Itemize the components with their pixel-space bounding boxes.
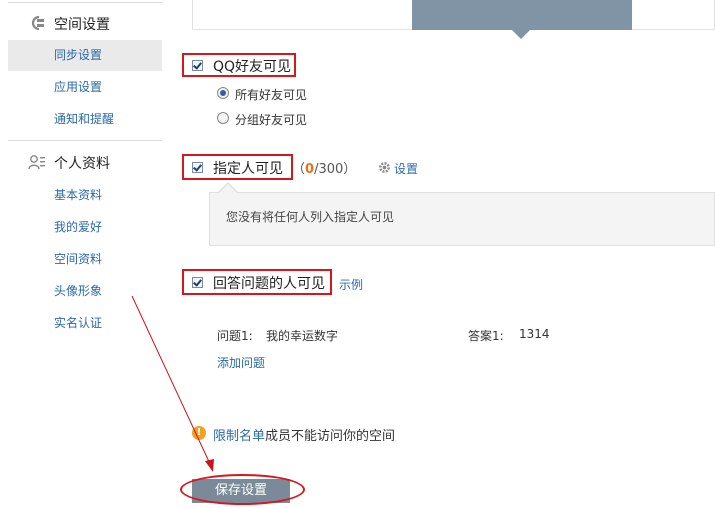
radio-all-friends[interactable] (217, 87, 229, 99)
highlight-ellipse (180, 474, 305, 505)
specified-notice: 您没有将任何人列入指定人可见 (209, 192, 715, 246)
sidebar-item-label: 基本资料 (54, 188, 103, 202)
person-icon (28, 155, 45, 170)
sidebar-item-label: 实名认证 (54, 316, 103, 330)
settings-icon (31, 15, 44, 31)
specified-checkbox[interactable] (192, 162, 203, 173)
sidebar-item-label: 空间资料 (54, 252, 103, 266)
tab-pointer (512, 30, 530, 39)
sidebar-item-avatar[interactable]: 头像形象 (8, 276, 162, 307)
section-profile: 个人资料 (0, 147, 170, 177)
gear-icon[interactable] (378, 161, 391, 174)
sidebar-item-label: 头像形象 (54, 284, 103, 298)
specified-settings-link[interactable]: 设置 (394, 160, 418, 177)
notice-text: 您没有将任何人列入指定人可见 (226, 210, 395, 224)
sidebar-divider (8, 2, 162, 3)
question-checkbox[interactable] (192, 277, 203, 288)
sidebar-item-space-info[interactable]: 空间资料 (8, 244, 162, 275)
qq-friends-label: QQ好友可见 (213, 59, 292, 75)
example-link[interactable]: 示例 (339, 276, 363, 293)
qq-friends-checkbox[interactable] (192, 60, 203, 71)
radio-group-friends-label: 分组好友可见 (235, 113, 308, 127)
sidebar-item-label: 我的爱好 (54, 220, 103, 234)
warning-icon: ! (192, 426, 206, 440)
sidebar-item-label: 通知和提醒 (54, 112, 115, 126)
restriction-list-link[interactable]: 限制名单 (213, 429, 265, 444)
notice-pointer (219, 184, 237, 193)
sidebar-divider (8, 140, 162, 141)
active-tab[interactable] (412, 0, 632, 30)
restriction-text: 限制名单成员不能访问你的空间 (213, 429, 396, 444)
add-question-link[interactable]: 添加问题 (217, 354, 265, 371)
sidebar-item-basic-info[interactable]: 基本资料 (8, 180, 162, 211)
answer-1-value: 1314 (519, 327, 550, 341)
sidebar-item-label: 同步设置 (54, 48, 103, 62)
specified-label: 指定人可见 (213, 161, 283, 177)
section-title: 个人资料 (54, 156, 110, 172)
radio-group-friends[interactable] (217, 112, 229, 124)
sidebar-item-real-name[interactable]: 实名认证 (8, 308, 162, 339)
sidebar-item-sync[interactable]: 同步设置 (8, 40, 162, 71)
sidebar-item-label: 应用设置 (54, 80, 103, 94)
sidebar: 空间设置 同步设置 应用设置 通知和提醒 个人资料 基本资料 我的爱好 空间资料… (0, 0, 170, 509)
radio-all-friends-label: 所有好友可见 (235, 88, 308, 102)
section-title: 空间设置 (54, 17, 110, 33)
question-label: 回答问题的人可见 (213, 276, 325, 292)
specified-count: （0/300） (292, 162, 357, 177)
specified-count-value: 0 (305, 162, 315, 177)
answer-1-label: 答案1: (468, 329, 504, 343)
sidebar-item-notifications[interactable]: 通知和提醒 (8, 104, 162, 135)
question-1-label: 问题1: (217, 329, 253, 343)
question-1-value: 我的幸运数字 (266, 329, 339, 343)
sidebar-item-apps[interactable]: 应用设置 (8, 72, 162, 103)
sidebar-item-hobbies[interactable]: 我的爱好 (8, 212, 162, 243)
section-space-settings: 空间设置 (0, 8, 170, 38)
